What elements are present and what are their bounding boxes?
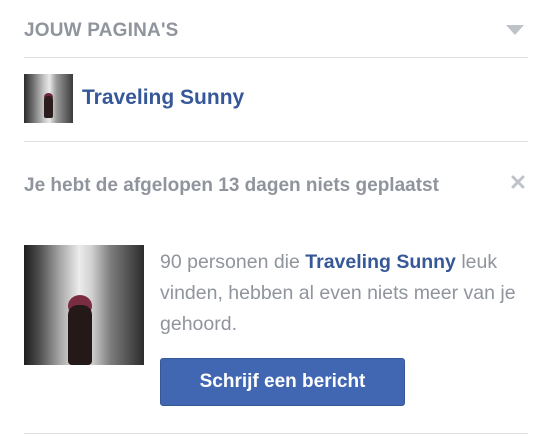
pages-panel: JOUW PAGINA'S Traveling Sunny Je hebt de… [0,0,552,436]
pages-header: JOUW PAGINA'S [24,0,528,58]
pages-header-title: JOUW PAGINA'S [24,20,179,41]
close-icon[interactable] [510,174,526,190]
notice-text-before: 90 personen die [160,251,306,273]
write-post-button[interactable]: Schrijf een bericht [160,358,405,406]
page-name-link[interactable]: Traveling Sunny [82,86,244,110]
page-thumbnail[interactable] [24,74,73,123]
page-list-item[interactable]: Traveling Sunny [24,57,528,142]
notice-page-link[interactable]: Traveling Sunny [305,251,456,273]
notice-text: 90 personen die Traveling Sunny leuk vin… [160,247,532,340]
photo-person [68,305,92,365]
chevron-down-icon[interactable] [506,25,524,35]
inactivity-notice: Je hebt de afgelopen 13 dagen niets gepl… [24,141,528,434]
notice-title: Je hebt de afgelopen 13 dagen niets gepl… [24,175,439,196]
notice-page-photo[interactable] [24,245,144,365]
thumbnail-person [44,96,53,118]
